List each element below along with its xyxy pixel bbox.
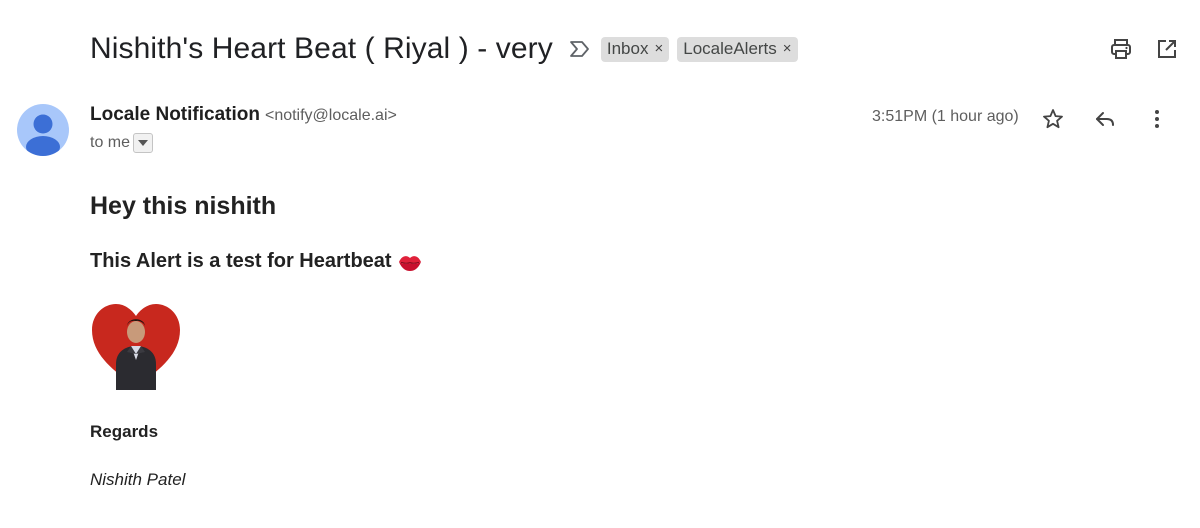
message-actions xyxy=(1040,106,1170,132)
label-chip-localealerts[interactable]: LocaleAlerts × xyxy=(677,36,798,62)
lips-kiss-icon xyxy=(398,252,422,272)
recipient-text: to me xyxy=(90,134,131,151)
alert-text: This Alert is a test for Heartbeat xyxy=(90,250,392,272)
body-signature: Nishith Patel xyxy=(90,470,186,489)
remove-label-icon[interactable]: × xyxy=(654,40,663,57)
caret-down-icon xyxy=(138,140,149,146)
sender-email: <notify@locale.ai> xyxy=(264,107,397,124)
person-avatar-icon xyxy=(26,114,60,156)
body-regards: Regards xyxy=(90,422,159,441)
sender-line: Locale Notification <notify@locale.ai> xyxy=(90,104,397,126)
thread-actions xyxy=(1108,36,1180,62)
reply-icon[interactable] xyxy=(1092,106,1118,132)
heart-photo-image xyxy=(90,302,182,390)
email-subject: Nishith's Heart Beat ( Riyal ) - very xyxy=(90,32,553,65)
remove-label-icon[interactable]: × xyxy=(783,40,792,57)
label-chip-text: LocaleAlerts xyxy=(683,38,777,58)
print-icon[interactable] xyxy=(1108,36,1134,62)
show-details-dropdown[interactable] xyxy=(133,133,154,153)
label-chip-inbox[interactable]: Inbox × xyxy=(600,36,670,62)
star-icon[interactable] xyxy=(1040,106,1066,132)
body-alert-line: This Alert is a test for Heartbeat xyxy=(90,250,422,273)
open-in-new-window-icon[interactable] xyxy=(1154,36,1180,62)
recipient-line: to me xyxy=(90,133,154,153)
subject-row: Nishith's Heart Beat ( Riyal ) - very In… xyxy=(90,28,798,70)
label-chip-text: Inbox xyxy=(606,38,649,58)
message-timestamp: 3:51PM (1 hour ago) xyxy=(872,108,1019,125)
body-greeting: Hey this nishith xyxy=(90,192,277,220)
more-vert-icon[interactable] xyxy=(1144,106,1170,132)
sender-name[interactable]: Locale Notification xyxy=(90,104,260,126)
importance-marker-icon[interactable] xyxy=(569,40,591,58)
sender-avatar[interactable] xyxy=(17,104,69,156)
